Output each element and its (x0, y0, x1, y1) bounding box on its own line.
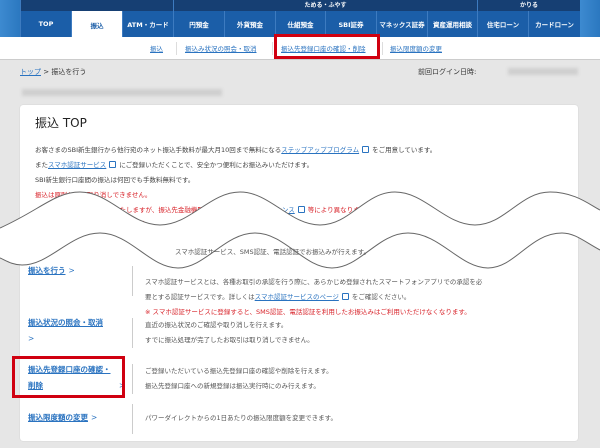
external-link-icon (362, 146, 370, 153)
row-description: ご登録いただいている振込先登録口座の確認や削除を行えます。 振込先登録口座への新… (145, 364, 333, 394)
step-up-program-link[interactable]: ステップアッププログラム (281, 146, 359, 154)
transfer-limit-link[interactable]: 振込限度額の変更 > (28, 410, 97, 426)
nav-group-save: ためる・ふやす (173, 0, 477, 11)
desc-line: すでに振込処理が完了したお取引は取り消しできません。 (145, 336, 314, 344)
text: お客さまのSBI新生銀行から他行宛のネット振込手数料が最大月10回まで無料になる (35, 146, 282, 154)
row-description-partial: スマホ認証サービス、SMS認証、電話認証でお振込みが行えます。 (175, 248, 371, 256)
intro-line-2: またスマホ認証サービス にご登録いただくことで、安全かつ便利にお振込みいただけます… (35, 159, 313, 169)
link-text: 振込を行う (28, 266, 66, 275)
desc-line: パワーダイレクトからの1日あたりの振込限度額を変更できます。 (145, 414, 337, 422)
text: にご登録いただくことで、安全かつ便利にお振込みいただけます。 (119, 161, 314, 169)
chevron-right-icon: > (91, 413, 98, 422)
desc-line: 直近の振込状況のご確認や取り消しを行えます。 (145, 321, 288, 329)
tab-asset-consult[interactable]: 資産運用相談 (427, 11, 477, 37)
breadcrumb: トップ > 振込を行う (20, 67, 86, 77)
tab-card-loan[interactable]: カードローン (528, 11, 580, 37)
desc-line: スマホ認証サービスとは、各種お取引の承認を行う際に、あらかじめ登録されたスマート… (145, 278, 483, 286)
divider (132, 364, 133, 394)
row-description: 直近の振込状況のご確認や取り消しを行えます。 すでに振込処理が完了したお取引は取… (145, 318, 314, 348)
divider (382, 42, 383, 55)
page-title: 振込 TOP (35, 116, 87, 130)
link-text: 振込状況の照会・取消 (28, 318, 103, 327)
tab-foreign-deposit[interactable]: 外貨預金 (224, 11, 275, 37)
desc-line: 要とする認証サービスです。詳しくはスマホ認証サービスのページ をご確認ください。 (145, 290, 482, 305)
divider (176, 42, 177, 55)
blurred-text (22, 89, 222, 96)
tab-monex[interactable]: マネックス証券 (376, 11, 427, 37)
smartphone-auth-link[interactable]: スマホ認証サービス (48, 161, 106, 169)
global-nav: ためる・ふやす かりる TOP 振込 ATM・カード 円預金 外貨預金 仕組預金… (0, 0, 600, 38)
subnav-transfer[interactable]: 振込 (150, 43, 163, 53)
nav-edge (580, 0, 600, 37)
desc-line: ご登録いただいている振込先登録口座の確認や削除を行えます。 (145, 367, 333, 375)
highlight-box (12, 356, 125, 398)
nav-group-blank (20, 0, 173, 11)
external-link-icon (109, 161, 117, 168)
row-description: スマホ認証サービスとは、各種お取引の承認を行う際に、あらかじめ登録されたスマート… (145, 260, 482, 320)
smartphone-auth-page-link[interactable]: スマホ認証サービスのページ (255, 293, 339, 301)
tab-top[interactable]: TOP (20, 11, 71, 37)
chevron-right-icon: > (68, 266, 75, 275)
desc-line: 振込先登録口座への新規登録は振込実行時にのみ行えます。 (145, 382, 320, 390)
subnav-limit[interactable]: 振込限度額の変更 (390, 43, 442, 53)
row-description: パワーダイレクトからの1日あたりの振込限度額を変更できます。 (145, 411, 337, 426)
chevron-right-icon: > (28, 334, 35, 343)
intro-line-1: お客さまのSBI新生銀行から他行宛のネット振込手数料が最大月10回まで無料になる… (35, 144, 436, 154)
breadcrumb-current: 振込を行う (51, 68, 87, 76)
transfer-status-link[interactable]: 振込状況の照会・取消 > (28, 315, 103, 347)
tab-transfer[interactable]: 振込 (71, 11, 122, 38)
link-text: 振込限度額の変更 (28, 413, 88, 422)
subnav-status[interactable]: 振込み状況の照会・取消 (185, 43, 257, 53)
tab-atm-card[interactable]: ATM・カード (122, 11, 173, 37)
external-link-icon (341, 293, 349, 300)
divider (272, 42, 273, 55)
highlight-box (274, 34, 380, 59)
divider (132, 318, 133, 348)
tab-mortgage[interactable]: 住宅ローン (477, 11, 528, 37)
make-transfer-link[interactable]: 振込を行う > (28, 263, 75, 279)
nav-edge (0, 0, 20, 37)
text: をご確認ください。 (351, 293, 411, 301)
text: をご用意しています。 (372, 146, 437, 154)
blurred-login-date (508, 68, 578, 75)
divider (132, 266, 133, 296)
desc-line (145, 260, 482, 275)
divider (132, 404, 133, 434)
text: また (35, 161, 48, 169)
breadcrumb-sep: > (43, 68, 50, 76)
last-login: 前回ログイン日時: (418, 68, 477, 76)
tab-yen-deposit[interactable]: 円預金 (173, 11, 224, 37)
text: 要とする認証サービスです。詳しくは (145, 293, 255, 301)
breadcrumb-home[interactable]: トップ (20, 68, 41, 76)
nav-group-borrow: かりる (477, 0, 580, 11)
